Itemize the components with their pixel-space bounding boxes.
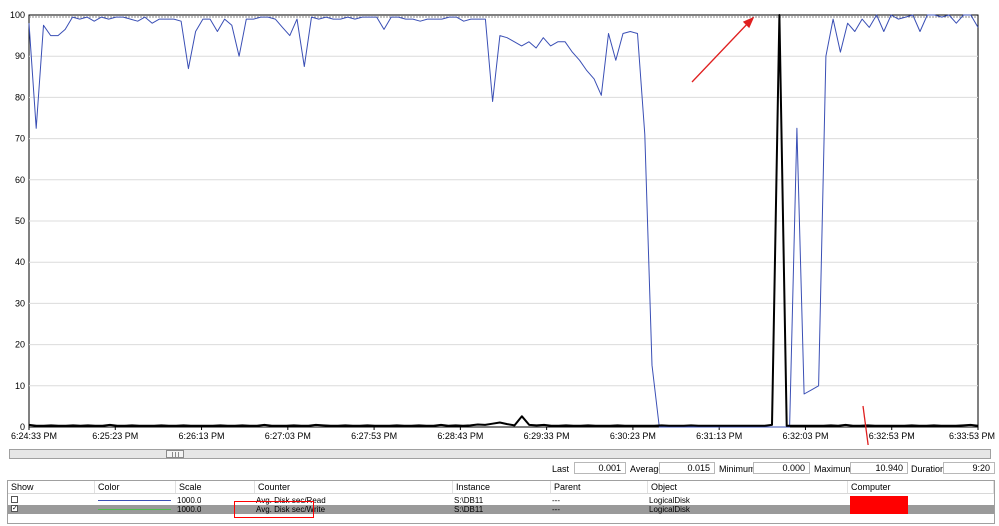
average-value: 0.015 <box>659 462 715 474</box>
counter-legend-table: Show Color Scale Counter Instance Parent… <box>7 480 995 524</box>
color-swatch <box>98 500 171 501</box>
annotation-arrow-peak <box>691 20 751 83</box>
duration-label: Duration <box>911 464 946 474</box>
y-tick-label: 70 <box>15 134 25 144</box>
scale-cell: 1000.0 <box>177 505 202 514</box>
color-swatch <box>98 509 171 510</box>
y-tick-label: 80 <box>15 92 25 102</box>
y-tick-label: 40 <box>15 257 25 267</box>
y-tick-label: 10 <box>15 381 25 391</box>
y-tick-label: 90 <box>15 51 25 61</box>
statistics-bar: Last 0.001 Average 0.015 Minimum 0.000 M… <box>0 462 999 476</box>
last-label: Last <box>552 464 570 474</box>
y-tick-label: 100 <box>10 10 25 20</box>
column-header-show[interactable]: Show <box>8 481 95 493</box>
x-axis: 6:24:33 PM 6:25:23 PM 6:26:13 PM 6:27:03 PM… <box>11 427 995 441</box>
parent-cell: --- <box>552 505 560 514</box>
x-tick-label: 6:31:13 PM <box>696 431 742 441</box>
x-tick-label: 6:29:33 PM <box>524 431 570 441</box>
x-tick-label: 6:24:33 PM <box>11 431 57 441</box>
y-axis: 0102030405060708090100 <box>10 10 25 432</box>
object-cell: LogicalDisk <box>649 505 690 514</box>
maximum-label: Maximum <box>814 464 854 474</box>
y-tick-label: 60 <box>15 175 25 185</box>
x-tick-label: 6:33:53 PM <box>949 431 995 441</box>
legend-row-read[interactable]: 1000.0 Avg. Disk sec/Read S:\DB11 --- Lo… <box>8 496 994 509</box>
grip-line <box>178 452 179 457</box>
grip-line <box>172 452 173 457</box>
grip-line <box>175 452 176 457</box>
show-checkbox[interactable]: ✓ <box>11 505 18 512</box>
time-scrollbar[interactable] <box>9 449 991 459</box>
redacted-computer-name <box>850 501 908 514</box>
scale-cell: 1000.0 <box>177 496 202 505</box>
x-tick-label: 6:30:23 PM <box>610 431 656 441</box>
legend-header-row: Show Color Scale Counter Instance Parent… <box>8 481 994 494</box>
scrollbar-thumb[interactable] <box>166 450 184 458</box>
column-header-computer[interactable]: Computer <box>848 481 994 493</box>
minimum-value: 0.000 <box>753 462 810 474</box>
column-header-scale[interactable]: Scale <box>176 481 255 493</box>
x-tick-label: 6:32:03 PM <box>782 431 828 441</box>
column-header-parent[interactable]: Parent <box>551 481 648 493</box>
instance-cell: S:\DB11 <box>454 496 484 505</box>
duration-value: 9:20 <box>943 462 995 474</box>
series-line-write <box>28 14 979 427</box>
y-tick-label: 30 <box>15 298 25 308</box>
grid-lines <box>29 16 978 387</box>
x-tick-label: 6:27:03 PM <box>265 431 311 441</box>
x-tick-label: 6:28:43 PM <box>437 431 483 441</box>
column-header-object[interactable]: Object <box>648 481 848 493</box>
x-tick-label: 6:26:13 PM <box>179 431 225 441</box>
maximum-value: 10.940 <box>850 462 908 474</box>
column-header-instance[interactable]: Instance <box>453 481 551 493</box>
x-tick-label: 6:32:53 PM <box>869 431 915 441</box>
object-cell: LogicalDisk <box>649 496 690 505</box>
instance-cell: S:\DB11 <box>454 505 484 514</box>
show-checkbox[interactable] <box>11 496 18 503</box>
minimum-label: Minimum <box>719 464 756 474</box>
x-tick-label: 6:25:23 PM <box>92 431 138 441</box>
y-tick-label: 50 <box>15 216 25 226</box>
column-header-counter[interactable]: Counter <box>255 481 453 493</box>
x-tick-label: 6:27:53 PM <box>351 431 397 441</box>
column-header-color[interactable]: Color <box>95 481 176 493</box>
parent-cell: --- <box>552 496 560 505</box>
highlight-box-write-counter <box>234 501 314 518</box>
performance-chart: 0102030405060708090100 6:24:33 PM 6:25:23… <box>10 10 995 445</box>
y-tick-label: 20 <box>15 340 25 350</box>
last-value: 0.001 <box>574 462 626 474</box>
legend-row-write[interactable]: ✓ 1000.0 Avg. Disk sec/Write S:\DB11 ---… <box>8 501 994 514</box>
